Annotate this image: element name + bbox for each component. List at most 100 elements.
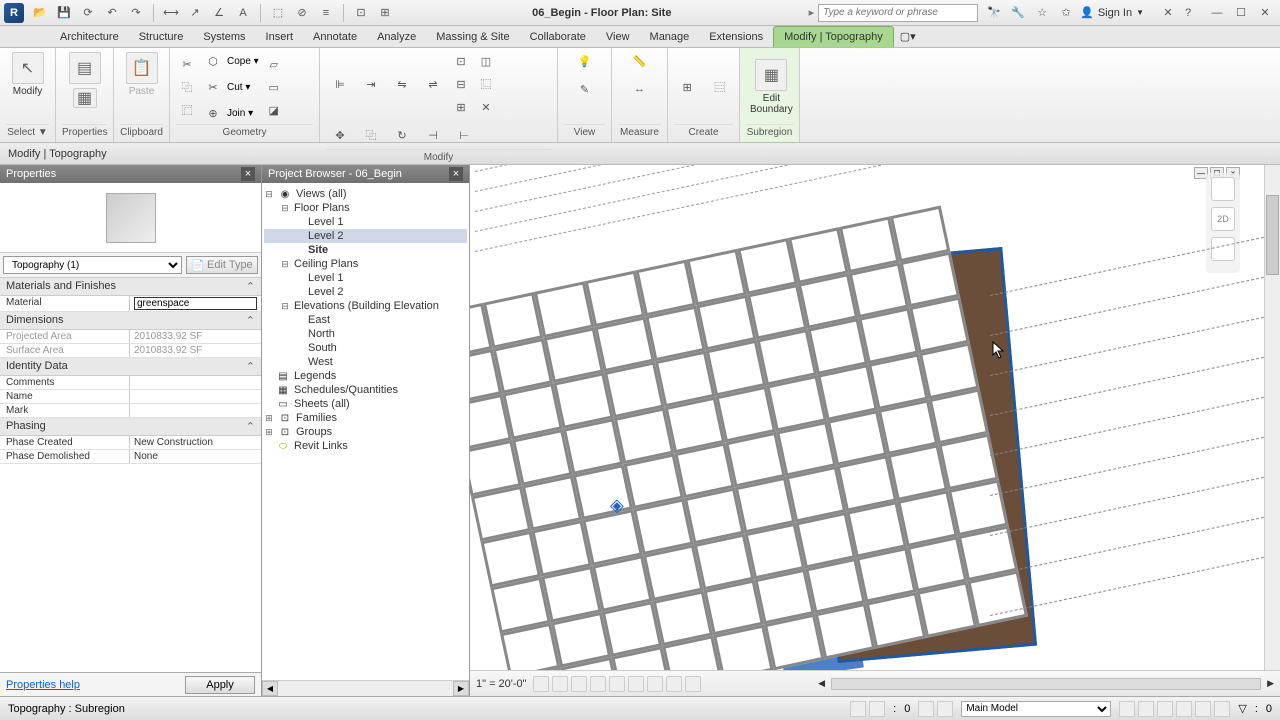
- tab-systems[interactable]: Systems: [193, 26, 255, 47]
- phasedemolished-value[interactable]: None: [130, 450, 261, 463]
- tab-insert[interactable]: Insert: [256, 26, 304, 47]
- copy-geom-icon[interactable]: ⿻: [176, 76, 198, 98]
- tree-clevel2[interactable]: Level 2: [264, 285, 467, 299]
- status-icon-2[interactable]: [869, 701, 885, 717]
- close-button[interactable]: ✕: [1254, 4, 1276, 22]
- properties-close-icon[interactable]: ×: [241, 167, 255, 181]
- view2-icon[interactable]: ✎: [574, 78, 596, 100]
- mark-value[interactable]: [130, 404, 261, 417]
- status-icon-5[interactable]: [1119, 701, 1135, 717]
- geom1-icon[interactable]: ▱: [263, 53, 285, 75]
- browser-close-icon[interactable]: ×: [449, 167, 463, 181]
- tab-view[interactable]: View: [596, 26, 640, 47]
- text-icon[interactable]: A: [233, 3, 253, 23]
- tab-architecture[interactable]: Architecture: [50, 26, 129, 47]
- cope-label[interactable]: Cope ▾: [227, 56, 259, 67]
- tree-level1[interactable]: Level 1: [264, 215, 467, 229]
- tab-massing[interactable]: Massing & Site: [426, 26, 519, 47]
- vc-icon-6[interactable]: [628, 676, 644, 692]
- save-icon[interactable]: 💾: [54, 3, 74, 23]
- geom3-icon[interactable]: ◪: [263, 99, 285, 121]
- canvas-vscroll[interactable]: [1264, 165, 1280, 670]
- measure-icon[interactable]: 📏: [624, 50, 656, 72]
- 3d-icon[interactable]: ⬚: [268, 3, 288, 23]
- copy-icon[interactable]: ⿻: [357, 121, 385, 149]
- cut-geom-icon[interactable]: ✂: [176, 53, 198, 75]
- tree-views[interactable]: ⊟◉Views (all): [264, 187, 467, 201]
- tree-site[interactable]: Site: [264, 243, 467, 257]
- cat-dimensions[interactable]: Dimensions⌃: [0, 312, 261, 330]
- nav-bar[interactable]: 2D: [1206, 173, 1240, 273]
- mirror2-icon[interactable]: ⇌: [419, 70, 447, 98]
- help-icon[interactable]: ?: [1178, 3, 1198, 23]
- key-icon[interactable]: 🔧: [1008, 3, 1028, 23]
- thin-icon[interactable]: ≡: [316, 3, 336, 23]
- geom2-icon[interactable]: ▭: [263, 76, 285, 98]
- status-icon-1[interactable]: [850, 701, 866, 717]
- browser-hscroll[interactable]: ◀▶: [262, 680, 469, 696]
- tree-clevel1[interactable]: Level 1: [264, 271, 467, 285]
- mirror1-icon[interactable]: ⇋: [388, 70, 416, 98]
- m6-icon[interactable]: ✕: [475, 96, 497, 118]
- paste-button[interactable]: 📋 Paste: [122, 50, 162, 99]
- close-hidden-icon[interactable]: ⊡: [351, 3, 371, 23]
- vc-icon-7[interactable]: [647, 676, 663, 692]
- redo-icon[interactable]: ↷: [126, 3, 146, 23]
- switch-icon[interactable]: ⊞: [375, 3, 395, 23]
- comments-value[interactable]: [130, 376, 261, 389]
- apply-button[interactable]: Apply: [185, 676, 255, 694]
- phasecreated-value[interactable]: New Construction: [130, 436, 261, 449]
- dim2-icon[interactable]: ↔: [624, 78, 656, 100]
- split-icon[interactable]: ⊢: [450, 121, 478, 149]
- status-icon-6[interactable]: [1138, 701, 1154, 717]
- cat-identity[interactable]: Identity Data⌃: [0, 358, 261, 376]
- tree-schedules[interactable]: ▦Schedules/Quantities: [264, 383, 467, 397]
- vc-icon-4[interactable]: [590, 676, 606, 692]
- tree-sheets[interactable]: ▭Sheets (all): [264, 397, 467, 411]
- trim-icon[interactable]: ⊣: [419, 121, 447, 149]
- vc-icon-3[interactable]: [571, 676, 587, 692]
- star-icon[interactable]: ☆: [1032, 3, 1052, 23]
- tab-extensions[interactable]: Extensions: [699, 26, 773, 47]
- select-panel-label[interactable]: Select ▼: [6, 124, 49, 140]
- tree-floorplans[interactable]: ⊟Floor Plans: [264, 201, 467, 215]
- tree-families[interactable]: ⊞⊡Families: [264, 411, 467, 425]
- cut-label[interactable]: Cut ▾: [227, 82, 250, 93]
- modify-button[interactable]: ↖ Modify: [8, 50, 48, 99]
- tree-level2[interactable]: Level 2: [264, 229, 467, 243]
- vc-icon-9[interactable]: [685, 676, 701, 692]
- align-icon[interactable]: ⊫: [326, 70, 354, 98]
- dim-icon[interactable]: ⟷: [161, 3, 181, 23]
- type-selector[interactable]: Topography (1): [3, 256, 182, 274]
- status-icon-9[interactable]: [1195, 701, 1211, 717]
- tab-manage[interactable]: Manage: [640, 26, 700, 47]
- material-input[interactable]: [134, 297, 257, 310]
- scale-label[interactable]: 1" = 20'-0": [476, 678, 527, 690]
- vc-icon-2[interactable]: [552, 676, 568, 692]
- tree-elevations[interactable]: ⊟Elevations (Building Elevation: [264, 299, 467, 313]
- m3-icon[interactable]: ⊞: [450, 96, 472, 118]
- status-icon-8[interactable]: [1176, 701, 1192, 717]
- canvas[interactable]: — ☐ × 2D: [470, 165, 1264, 670]
- nav-home-icon[interactable]: [1211, 177, 1235, 201]
- tree-east[interactable]: East: [264, 313, 467, 327]
- tab-annotate[interactable]: Annotate: [303, 26, 367, 47]
- properties-header[interactable]: Properties ×: [0, 165, 261, 183]
- vc-icon-1[interactable]: [533, 676, 549, 692]
- align-icon[interactable]: ↗: [185, 3, 205, 23]
- vc-icon-5[interactable]: [609, 676, 625, 692]
- tree-south[interactable]: South: [264, 341, 467, 355]
- cut-icon[interactable]: ✂: [202, 76, 224, 98]
- tab-analyze[interactable]: Analyze: [367, 26, 426, 47]
- tree-west[interactable]: West: [264, 355, 467, 369]
- browser-header[interactable]: Project Browser - 06_Begin ×: [262, 165, 469, 183]
- rotate-icon[interactable]: ↻: [388, 121, 416, 149]
- tab-expand[interactable]: ▢▾: [894, 26, 922, 47]
- vc-icon-8[interactable]: [666, 676, 682, 692]
- tree-revitlinks[interactable]: ⬭Revit Links: [264, 439, 467, 453]
- join-label[interactable]: Join ▾: [227, 108, 253, 119]
- status-icon-4[interactable]: [937, 701, 953, 717]
- move-icon[interactable]: ✥: [326, 121, 354, 149]
- search-input[interactable]: [818, 4, 978, 22]
- edit-boundary-button[interactable]: ▦ Edit Boundary: [746, 57, 797, 117]
